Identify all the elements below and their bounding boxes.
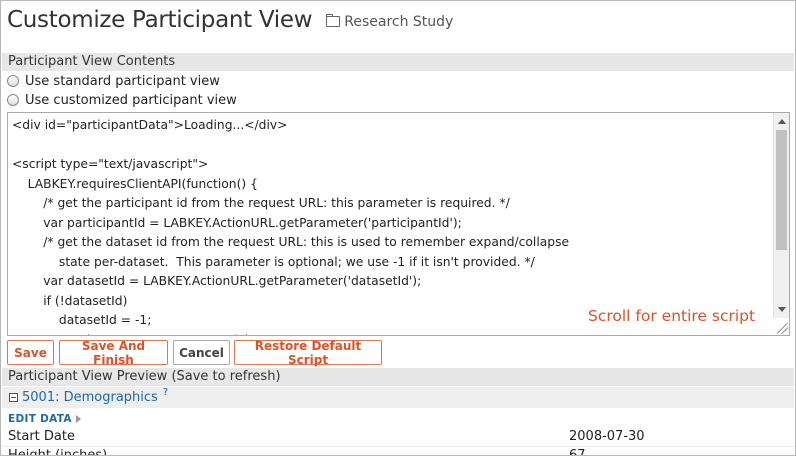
contents-section-header: Participant View Contents <box>2 53 794 71</box>
folder-name[interactable]: Research Study <box>344 14 453 30</box>
field-label: Start Date <box>8 429 75 444</box>
code-line: <script type="text/javascript"> <box>12 157 209 171</box>
code-line: /* get the participant id from the reque… <box>12 196 510 210</box>
cancel-button[interactable]: Cancel <box>173 340 230 365</box>
page-title: Customize Participant View <box>7 7 313 33</box>
edit-data-link[interactable]: EDIT DATA <box>8 413 81 425</box>
folder-breadcrumb[interactable]: Research Study <box>326 14 453 30</box>
field-value: 67 <box>569 448 586 456</box>
restore-default-button[interactable]: Restore Default Script <box>234 339 382 367</box>
code-line: LABKEY.requiresClientAPI(function() { <box>12 176 258 191</box>
data-row: Start Date 2008-07-30 <box>2 429 794 446</box>
customized-view-radio[interactable] <box>7 94 19 106</box>
scroll-thumb[interactable] <box>776 130 787 250</box>
scroll-up-icon[interactable] <box>778 119 786 124</box>
customized-view-label: Use customized participant view <box>25 92 237 108</box>
code-line: /* get the dataset id from the request U… <box>12 235 570 249</box>
preview-section-header: Participant View Preview (Save to refres… <box>2 368 794 386</box>
dataset-link[interactable]: 5001: Demographics <box>22 390 158 405</box>
script-code[interactable]: <div id="participantData">Loading...</di… <box>12 116 765 336</box>
field-label: Height (inches) <box>8 448 108 456</box>
standard-view-radio[interactable] <box>7 75 19 87</box>
save-button[interactable]: Save <box>7 340 54 365</box>
script-editor[interactable]: <div id="participantData">Loading...</di… <box>7 112 790 336</box>
row-divider <box>2 446 794 447</box>
save-and-finish-button[interactable]: Save And Finish <box>59 339 168 367</box>
title-row: Customize Participant View Research Stud… <box>7 7 453 37</box>
code-line: var dataType = 'ALL'; ...participant <box>12 331 765 336</box>
scroll-annotation: Scroll for entire script <box>588 307 756 325</box>
resize-grip-icon[interactable] <box>777 323 788 334</box>
standard-view-label: Use standard participant view <box>25 73 220 89</box>
collapse-icon[interactable] <box>9 393 18 402</box>
folder-icon <box>326 14 341 27</box>
field-value: 2008-07-30 <box>569 429 645 444</box>
edit-data-arrow-icon <box>75 415 81 423</box>
page-frame: Customize Participant View Research Stud… <box>0 0 796 456</box>
code-line: var datasetId = LABKEY.ActionURL.getPara… <box>12 274 422 288</box>
editor-scrollbar[interactable] <box>773 113 789 318</box>
code-line: var participantId = LABKEY.ActionURL.get… <box>12 215 462 230</box>
customized-view-option[interactable]: Use customized participant view <box>7 91 237 109</box>
dataset-header-row: 5001: Demographics ? <box>2 387 794 408</box>
code-line: <div id="participantData">Loading...</di… <box>12 118 288 132</box>
standard-view-option[interactable]: Use standard participant view <box>7 72 220 90</box>
edit-data-label[interactable]: EDIT DATA <box>8 413 72 425</box>
scroll-down-icon[interactable] <box>778 307 786 312</box>
code-line: state per-dataset. This parameter is opt… <box>12 254 535 269</box>
data-row: Height (inches) 67 <box>2 448 794 456</box>
help-icon[interactable]: ? <box>163 387 168 398</box>
